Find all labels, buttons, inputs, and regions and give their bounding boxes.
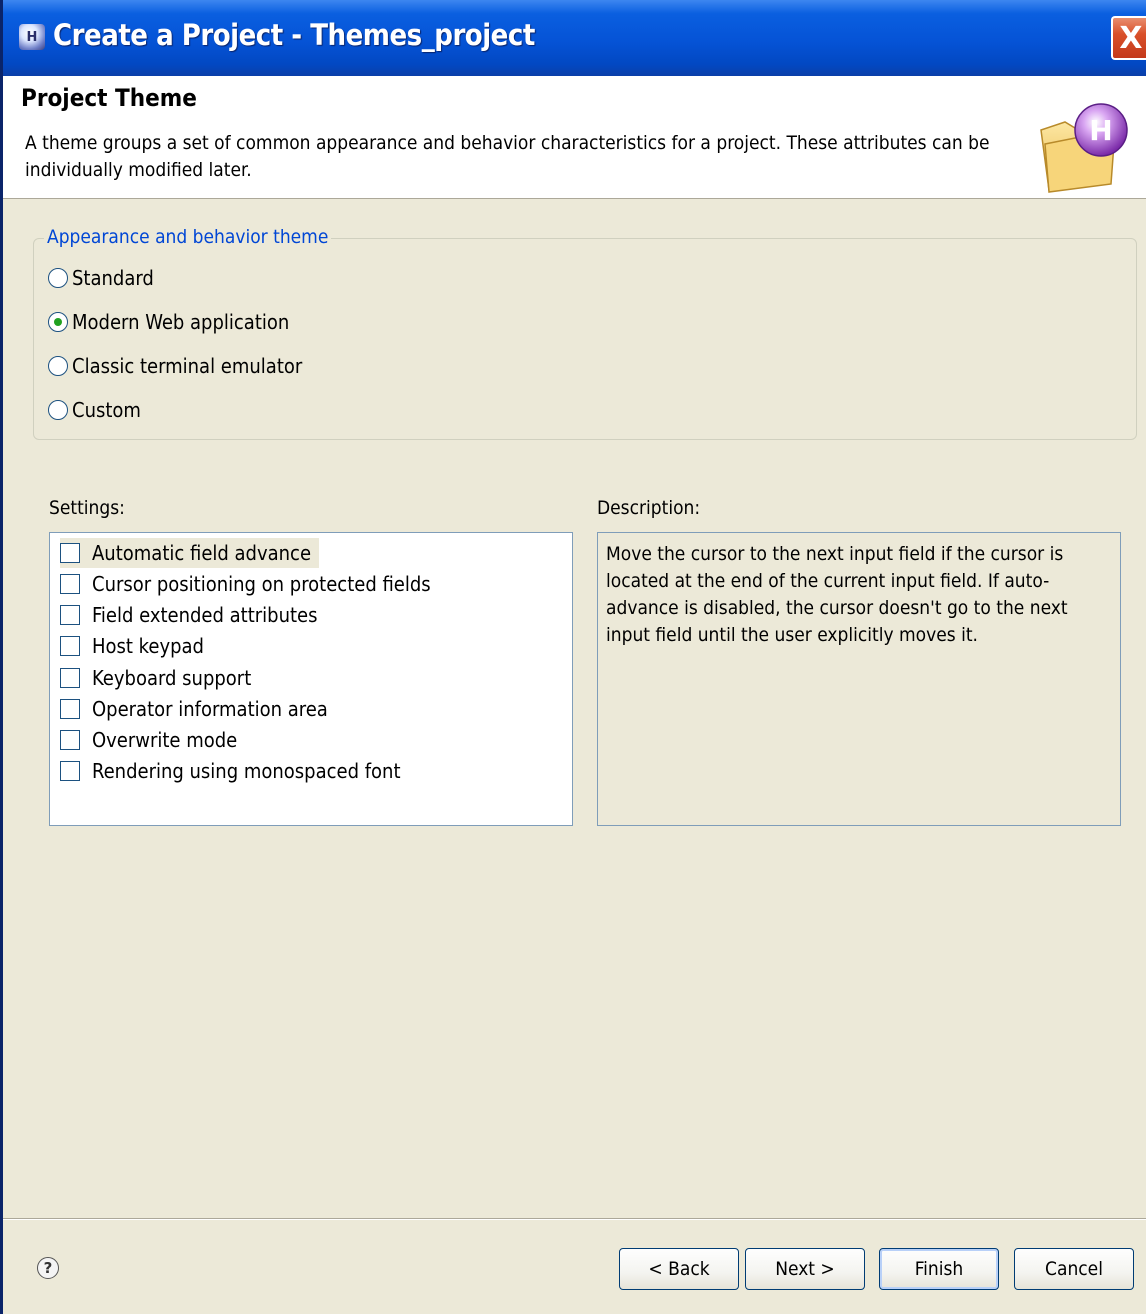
checkbox[interactable]: [60, 668, 80, 688]
setting-keyboard-support[interactable]: Keyboard support: [60, 663, 251, 693]
checkbox[interactable]: [60, 730, 80, 750]
description-box: Move the cursor to the next input field …: [597, 532, 1121, 826]
help-icon[interactable]: ?: [37, 1257, 59, 1279]
checkbox[interactable]: [60, 636, 80, 656]
setting-label: Cursor positioning on protected fields: [92, 572, 431, 596]
checkbox[interactable]: [60, 699, 80, 719]
setting-label: Overwrite mode: [92, 728, 238, 752]
cancel-button[interactable]: Cancel: [1014, 1248, 1134, 1290]
page-description: A theme groups a set of common appearanc…: [25, 132, 990, 181]
setting-cursor-positioning[interactable]: Cursor positioning on protected fields: [60, 569, 431, 599]
setting-automatic-field-advance[interactable]: Automatic field advance: [60, 538, 320, 568]
app-icon: H: [19, 24, 45, 50]
folder-h-icon: H: [1040, 103, 1128, 193]
radio-button[interactable]: [48, 268, 68, 288]
setting-rendering-monospaced-font[interactable]: Rendering using monospaced font: [60, 756, 401, 786]
radio-dot: [54, 318, 62, 326]
theme-group-legend: Appearance and behavior theme: [44, 226, 332, 248]
radio-custom[interactable]: Custom: [48, 395, 141, 425]
radio-label: Custom: [72, 398, 141, 422]
setting-host-keypad[interactable]: Host keypad: [60, 631, 204, 661]
next-button[interactable]: Next >: [745, 1248, 865, 1290]
setting-operator-information-area[interactable]: Operator information area: [60, 694, 328, 724]
radio-standard[interactable]: Standard: [48, 263, 154, 293]
settings-list[interactable]: Automatic field advance Cursor positioni…: [49, 532, 573, 826]
setting-label: Operator information area: [92, 697, 328, 721]
checkbox[interactable]: [60, 761, 80, 781]
setting-label: Keyboard support: [92, 666, 252, 690]
radio-button[interactable]: [48, 356, 68, 376]
checkbox[interactable]: [60, 605, 80, 625]
close-button[interactable]: X: [1111, 16, 1146, 60]
setting-field-extended-attributes[interactable]: Field extended attributes: [60, 600, 318, 630]
checkbox[interactable]: [60, 574, 80, 594]
title-bar: H Create a Project - Themes_project X: [3, 0, 1146, 76]
radio-label: Standard: [72, 266, 154, 290]
radio-label: Classic terminal emulator: [72, 354, 303, 378]
radio-modern-web-application[interactable]: Modern Web application: [48, 307, 289, 337]
radio-label: Modern Web application: [72, 310, 290, 334]
setting-label: Rendering using monospaced font: [92, 759, 401, 783]
checkbox[interactable]: [60, 543, 80, 563]
window-title: Create a Project - Themes_project: [53, 18, 535, 52]
radio-button[interactable]: [48, 400, 68, 420]
wizard-header: Project Theme A theme groups a set of co…: [3, 76, 1146, 199]
wizard-window: H Create a Project - Themes_project X Pr…: [0, 0, 1146, 1314]
svg-text:H: H: [1089, 114, 1112, 147]
radio-classic-terminal-emulator[interactable]: Classic terminal emulator: [48, 351, 302, 381]
setting-label: Field extended attributes: [92, 603, 318, 627]
page-title: Project Theme: [21, 84, 197, 112]
theme-group: Appearance and behavior theme Standard M…: [33, 226, 1137, 440]
back-button[interactable]: < Back: [619, 1248, 739, 1290]
setting-overwrite-mode[interactable]: Overwrite mode: [60, 725, 237, 755]
setting-label: Host keypad: [92, 634, 204, 658]
settings-label: Settings:: [49, 497, 125, 519]
footer-separator: [3, 1218, 1146, 1220]
finish-button[interactable]: Finish: [879, 1248, 999, 1290]
radio-button-selected[interactable]: [48, 312, 68, 332]
description-label: Description:: [597, 497, 701, 519]
setting-label: Automatic field advance: [92, 541, 312, 565]
